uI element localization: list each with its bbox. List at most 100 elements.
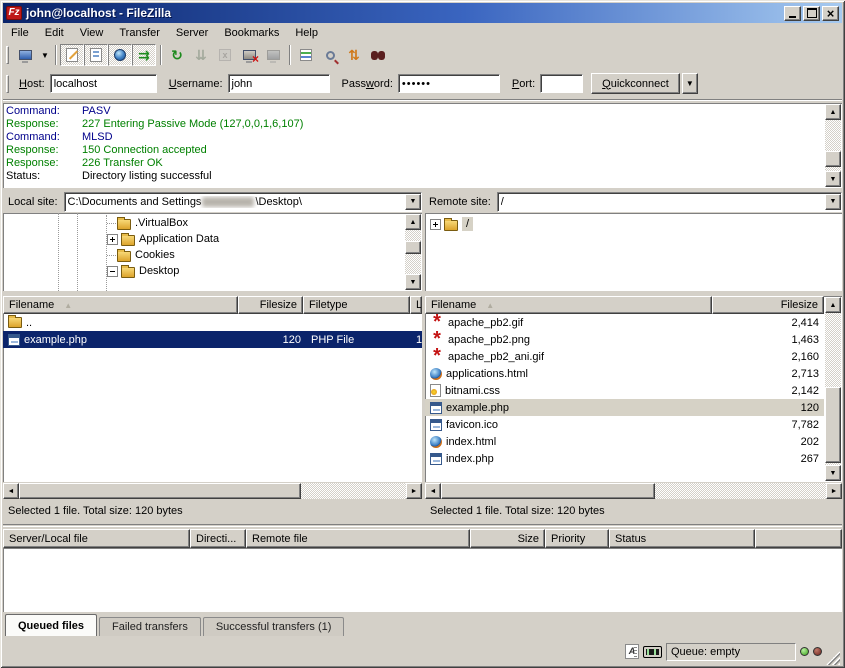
toggle-local-tree-button[interactable] (84, 44, 108, 66)
local-site-combo[interactable]: C:\Documents and Settings\Desktop\ ▼ (64, 192, 422, 212)
tree-item-application-data[interactable]: Application Data (107, 231, 219, 247)
local-tree-scrollbar[interactable]: ▲ ▼ (405, 214, 421, 290)
data-type-icon[interactable] (625, 644, 639, 659)
host-input[interactable]: localhost (50, 74, 157, 93)
file-row-example-php[interactable]: example.php 120 PHP File 1 (3, 331, 422, 348)
remote-site-combo[interactable]: / ▼ (497, 192, 842, 212)
local-hscrollbar[interactable]: ◄ ► (3, 483, 422, 499)
scroll-down-icon[interactable]: ▼ (405, 274, 421, 290)
divider[interactable] (3, 524, 842, 527)
local-col-filesize[interactable]: Filesize (238, 296, 303, 314)
disconnect-button[interactable]: × (237, 44, 261, 66)
local-col-lastmodified[interactable]: L (410, 296, 422, 314)
minimize-button[interactable] (784, 6, 801, 21)
scroll-up-icon[interactable]: ▲ (405, 214, 421, 230)
expand-plus-icon[interactable] (430, 219, 441, 230)
toggle-remote-tree-button[interactable] (108, 44, 132, 66)
tree-item-desktop[interactable]: Desktop (107, 263, 179, 279)
queue-col-size[interactable]: Size (470, 529, 545, 548)
port-input[interactable] (540, 74, 583, 93)
chevron-down-icon[interactable]: ▼ (825, 194, 841, 210)
file-row[interactable]: index.php 267 (425, 450, 824, 467)
scroll-left-icon[interactable]: ◄ (425, 483, 441, 499)
menu-view[interactable]: View (72, 25, 112, 41)
scroll-right-icon[interactable]: ► (406, 483, 422, 499)
find-files-button[interactable] (366, 44, 390, 66)
remote-col-filename[interactable]: Filename▲ (425, 296, 712, 314)
tree-item-cookies[interactable]: Cookies (107, 247, 175, 263)
local-site-label: Local site: (3, 196, 64, 208)
queue-col-server-local-file[interactable]: Server/Local file (3, 529, 190, 548)
speed-limit-icon[interactable] (643, 646, 662, 658)
expand-plus-icon[interactable] (107, 234, 118, 245)
directory-comparison-button[interactable] (318, 44, 342, 66)
file-row[interactable]: bitnami.css 2,142 (425, 382, 824, 399)
file-row[interactable]: apache_pb2.png 1,463 (425, 331, 824, 348)
site-manager-dropdown[interactable]: ▼ (37, 44, 51, 66)
resize-grip[interactable] (826, 651, 840, 665)
file-row[interactable]: index.html 202 (425, 433, 824, 450)
cancel-operation-button[interactable]: x (213, 44, 237, 66)
remote-hscrollbar[interactable]: ◄ ► (425, 483, 842, 499)
site-manager-button[interactable] (13, 44, 37, 66)
toolbar-grip[interactable] (6, 46, 9, 64)
close-button[interactable] (822, 6, 839, 21)
local-col-filename[interactable]: Filename▲ (3, 296, 238, 314)
menu-help[interactable]: Help (287, 25, 326, 41)
menu-edit[interactable]: Edit (37, 25, 72, 41)
file-row-parent-dir[interactable]: .. (3, 314, 422, 331)
scroll-left-icon[interactable]: ◄ (3, 483, 19, 499)
scroll-thumb[interactable] (441, 483, 655, 499)
scroll-up-icon[interactable]: ▲ (825, 297, 841, 313)
scroll-thumb[interactable] (19, 483, 301, 499)
password-input[interactable]: •••••• (398, 74, 500, 93)
refresh-button[interactable]: ↻ (165, 44, 189, 66)
remote-col-filesize[interactable]: Filesize (712, 296, 824, 314)
queue-col-priority[interactable]: Priority (545, 529, 609, 548)
apache-feather-icon (430, 316, 444, 330)
file-row[interactable]: apache_pb2_ani.gif 2,160 (425, 348, 824, 365)
process-queue-button[interactable]: ⇊ (189, 44, 213, 66)
scroll-thumb[interactable] (405, 241, 421, 254)
tree-item-root[interactable]: / (430, 216, 473, 232)
remote-list-scrollbar[interactable]: ▲ ▼ (825, 297, 841, 481)
menu-server[interactable]: Server (168, 25, 216, 41)
log-scrollbar[interactable]: ▲ ▼ (825, 104, 841, 187)
ico-file-icon (430, 419, 442, 431)
file-row-example-php[interactable]: example.php 120 (425, 399, 824, 416)
tab-failed-transfers[interactable]: Failed transfers (99, 617, 201, 636)
scroll-thumb[interactable] (825, 151, 841, 167)
menu-transfer[interactable]: Transfer (111, 25, 168, 41)
toggle-message-log-button[interactable] (60, 44, 84, 66)
scroll-thumb[interactable] (825, 387, 841, 463)
scroll-down-icon[interactable]: ▼ (825, 171, 841, 187)
tab-queued-files[interactable]: Queued files (5, 614, 97, 636)
menu-file[interactable]: File (3, 25, 37, 41)
synchronized-browsing-button[interactable]: ⇅ (342, 44, 366, 66)
reconnect-button[interactable] (261, 44, 285, 66)
file-row[interactable]: apache_pb2.gif 2,414 (425, 314, 824, 331)
username-input[interactable]: john (228, 74, 330, 93)
quickconnect-dropdown[interactable]: ▼ (682, 73, 698, 94)
scroll-down-icon[interactable]: ▼ (825, 465, 841, 481)
scroll-right-icon[interactable]: ► (826, 483, 842, 499)
queue-col-direction[interactable]: Directi... (190, 529, 246, 548)
tree-item-virtualbox[interactable]: .VirtualBox (107, 215, 188, 231)
queue-tabs: Queued files Failed transfers Successful… (3, 613, 842, 636)
queue-col-status[interactable]: Status (609, 529, 755, 548)
file-row[interactable]: favicon.ico 7,782 (425, 416, 824, 433)
tab-successful-transfers[interactable]: Successful transfers (1) (203, 617, 345, 636)
toggle-queue-button[interactable]: ⇉ (132, 44, 156, 66)
scroll-up-icon[interactable]: ▲ (825, 104, 841, 120)
filezilla-window: john@localhost - FileZilla File Edit Vie… (0, 0, 845, 668)
filter-button[interactable] (294, 44, 318, 66)
queue-col-remote-file[interactable]: Remote file (246, 529, 470, 548)
chevron-down-icon[interactable]: ▼ (405, 194, 421, 210)
collapse-minus-icon[interactable] (107, 266, 118, 277)
quickconnect-button[interactable]: Quickconnect (591, 73, 680, 94)
quickconnect-grip[interactable] (6, 75, 9, 93)
maximize-button[interactable] (803, 6, 820, 21)
menu-bookmarks[interactable]: Bookmarks (216, 25, 287, 41)
local-col-filetype[interactable]: Filetype (303, 296, 410, 314)
file-row[interactable]: applications.html 2,713 (425, 365, 824, 382)
